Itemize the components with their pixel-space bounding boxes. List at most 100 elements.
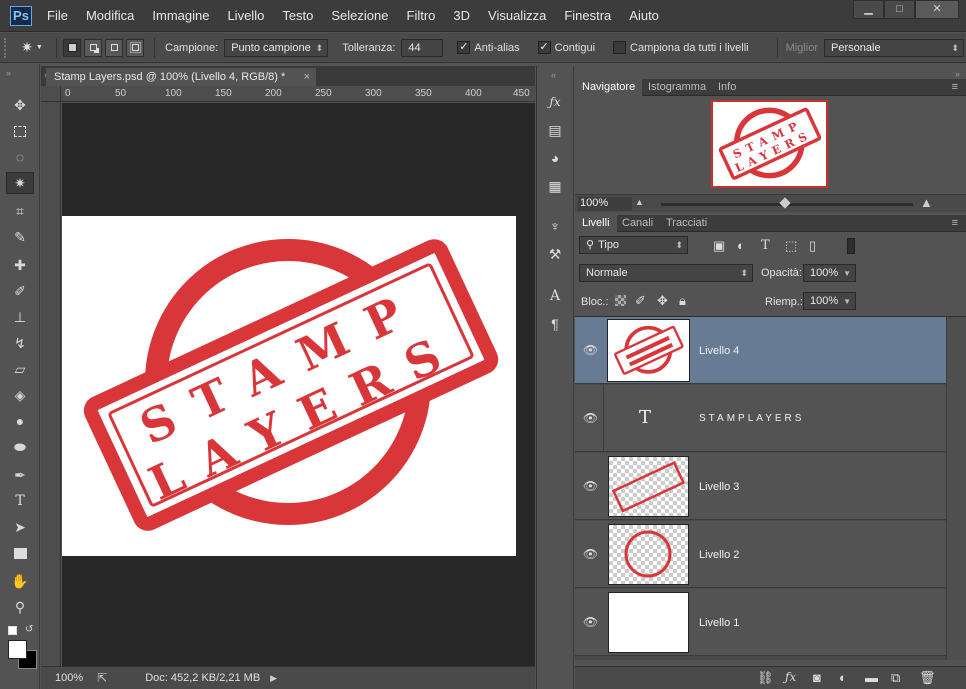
new-group-icon[interactable]: ▬ [865,670,878,685]
fill-input[interactable]: 100% ▼ [803,292,856,310]
blur-tool-icon[interactable]: ● [6,410,34,432]
add-selection-icon[interactable] [84,38,102,57]
new-selection-icon[interactable] [63,38,81,57]
menu-modifica[interactable]: Modifica [77,0,143,32]
layer-name[interactable]: Livello 3 [699,481,739,493]
collapse-icon[interactable]: » [6,68,11,78]
layer-style-fx-icon[interactable]: ƒx [785,670,796,684]
blend-mode-select[interactable]: Normale ⬍ [579,264,753,282]
panel-menu-icon[interactable]: ≡ [952,217,958,229]
layers-scrollbar[interactable] [946,317,966,660]
tab-livelli[interactable]: Livelli [575,215,617,232]
close-window-button[interactable]: ✕ [915,0,959,19]
menu-3d[interactable]: 3D [444,0,479,32]
menu-file[interactable]: File [38,0,77,32]
dodge-tool-icon[interactable]: ⬬ [6,436,34,458]
magic-wand-preset-icon[interactable]: ✷ ▼ [14,39,50,56]
canvas-area[interactable]: STAMP LAYERS [62,103,535,666]
antialias-checkbox[interactable]: ✓ [457,41,471,54]
workspace-select[interactable]: Personale ⬍ [824,38,965,57]
document-canvas[interactable]: STAMP LAYERS [62,216,516,556]
zoom-tool-icon[interactable]: ⚲ [6,596,34,618]
navigator-preview[interactable]: STAMP LAYERS [711,100,828,188]
lock-position-icon[interactable]: ✥ [657,293,668,309]
menu-testo[interactable]: Testo [273,0,322,32]
paragraph-icon[interactable]: ¶ [545,314,565,334]
maximize-button[interactable]: □ [884,0,915,19]
brush-tool-icon[interactable]: ✐ [6,280,34,302]
tab-info[interactable]: Info [711,79,743,96]
hand-tool-icon[interactable]: ✋ [6,570,34,592]
document-tab[interactable]: Stamp Layers.psd @ 100% (Livello 4, RGB/… [46,68,316,86]
trash-icon[interactable]: 🗑︎ [919,670,936,686]
path-selection-tool-icon[interactable]: ➤ [6,516,34,538]
properties-icon[interactable]: ▤ [545,120,565,140]
layer-name[interactable]: Livello 1 [699,617,739,629]
paint-bucket-tool-icon[interactable]: ◈ [6,384,34,406]
eraser-tool-icon[interactable]: ▱ [6,358,34,380]
swap-colors-icon[interactable]: ↺ [25,624,33,635]
filter-adjustment-icon[interactable]: ◐ [737,238,745,253]
tab-canali[interactable]: Canali [615,215,660,232]
foreground-color-swatch[interactable] [8,640,27,659]
tool-presets-icon[interactable]: ⚒ [545,244,565,264]
close-tab-icon[interactable]: × [304,68,310,86]
type-tool-icon[interactable]: T [6,490,34,512]
lock-all-icon[interactable]: 🔒︎ [679,293,686,309]
layer-name[interactable]: STAMPLAYERS [699,413,804,424]
layer-name[interactable]: Livello 4 [699,345,739,357]
eyedropper-tool-icon[interactable]: ✎ [6,226,34,248]
add-mask-icon[interactable]: ◙ [813,670,821,685]
lasso-tool-icon[interactable]: ◌ [6,146,34,168]
layer-row[interactable]: 👁︎ T STAMPLAYERS [575,385,946,452]
new-adjustment-icon[interactable]: ◐ [839,670,847,685]
brush-presets-icon[interactable]: ♆ [545,216,565,236]
menu-filtro[interactable]: Filtro [398,0,445,32]
lock-pixels-icon[interactable]: ✐ [635,293,646,309]
layer-row[interactable]: 👁︎ Livello 4 [575,317,946,384]
campione-select[interactable]: Punto campione ⬍ [224,38,329,57]
menu-immagine[interactable]: Immagine [143,0,218,32]
panel-menu-icon[interactable]: ≡ [952,81,958,93]
eye-icon[interactable]: 👁︎ [583,411,598,425]
intersect-selection-icon[interactable] [126,38,144,57]
eye-icon[interactable]: 👁︎ [583,343,598,357]
zoom-readout[interactable]: 100% [55,672,83,684]
layer-name[interactable]: Livello 2 [699,549,739,561]
clone-stamp-tool-icon[interactable]: ⊥ [6,306,34,328]
filter-smart-object-icon[interactable]: ▯ [809,238,816,254]
export-icon[interactable]: ⇱ [97,671,107,685]
grid-icon[interactable]: ▦ [545,176,565,196]
tab-tracciati[interactable]: Tracciati [659,215,714,232]
styles-fx-icon[interactable]: ƒx [545,92,565,112]
collapse-panels-icon[interactable]: » [955,69,960,79]
crop-tool-icon[interactable]: ⌗ [6,200,34,222]
menu-livello[interactable]: Livello [218,0,273,32]
tab-navigatore[interactable]: Navigatore [575,79,643,96]
menu-visualizza[interactable]: Visualizza [479,0,555,32]
status-menu-arrow-icon[interactable]: ▶ [270,673,277,684]
filter-toggle[interactable] [847,238,855,254]
layer-row[interactable]: 👁︎ Livello 3 [575,453,946,520]
eye-icon[interactable]: 👁︎ [583,479,598,493]
move-tool-icon[interactable]: ✥ [6,94,34,116]
menu-aiuto[interactable]: Aiuto [620,0,668,32]
lock-transparent-icon[interactable] [615,295,626,306]
expand-icon[interactable]: « [551,70,556,80]
magic-wand-tool-icon[interactable]: ✷ [6,172,34,194]
opacity-input[interactable]: 100% ▼ [803,264,856,282]
minimize-button[interactable]: ▁ [853,0,884,19]
filter-shape-icon[interactable]: ⬚ [785,238,797,254]
character-icon[interactable]: A [545,286,565,306]
marquee-tool-icon[interactable] [6,120,34,142]
layer-row[interactable]: 👁︎ Livello 1 [575,589,946,656]
layer-row[interactable]: 👁︎ Livello 2 [575,521,946,588]
navigator-zoom-field[interactable]: 100% [578,197,632,211]
layer-filter-select[interactable]: ⚲ Tipo ⬍ [579,236,688,254]
subtract-selection-icon[interactable] [105,38,123,57]
filter-type-icon[interactable]: T [761,238,770,253]
menu-selezione[interactable]: Selezione [322,0,397,32]
pen-tool-icon[interactable]: ✒ [6,464,34,486]
options-grip[interactable] [4,37,14,58]
zoom-in-icon[interactable]: ▲ [920,195,933,210]
